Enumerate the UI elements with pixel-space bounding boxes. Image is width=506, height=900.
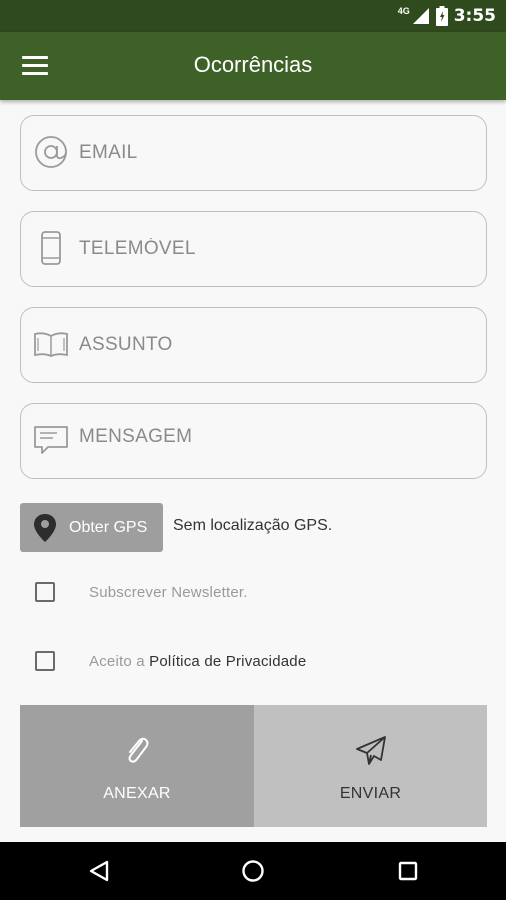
status-bar: 4G 3:55	[0, 0, 506, 32]
get-gps-label: Obter GPS	[69, 518, 148, 536]
subject-field-container	[20, 307, 487, 383]
privacy-policy-link[interactable]: Política de Privacidade	[149, 653, 306, 670]
recents-icon[interactable]	[396, 859, 420, 883]
status-icons: 4G 3:55	[398, 6, 496, 26]
newsletter-row: Subscrever Newsletter.	[35, 581, 247, 603]
signal-icon	[412, 8, 429, 24]
send-button[interactable]: ENVIAR	[254, 705, 487, 827]
gps-status-text: Sem localização GPS.	[173, 517, 333, 534]
back-icon[interactable]	[87, 859, 111, 883]
newsletter-checkbox[interactable]	[35, 582, 55, 602]
location-pin-icon	[34, 513, 56, 542]
chat-bubble-icon	[33, 422, 69, 458]
phone-field-container	[20, 211, 487, 287]
email-field-container	[20, 115, 487, 191]
privacy-row: Aceito a Política de Privacidade	[35, 650, 306, 672]
privacy-checkbox[interactable]	[35, 651, 55, 671]
attach-label: ANEXAR	[103, 785, 171, 802]
page-title: Ocorrências	[193, 52, 313, 77]
send-label: ENVIAR	[339, 785, 402, 802]
message-input[interactable]	[79, 426, 469, 456]
mobile-phone-icon	[33, 230, 69, 266]
paper-plane-icon	[355, 736, 386, 765]
system-nav-bar	[0, 842, 506, 900]
phone-input[interactable]	[79, 234, 469, 264]
home-icon[interactable]	[241, 859, 265, 883]
privacy-prefix: Aceito a	[89, 652, 150, 670]
network-type: 4G	[397, 6, 410, 16]
battery-icon	[435, 6, 448, 26]
open-book-icon	[33, 326, 69, 362]
email-input[interactable]	[79, 138, 469, 168]
app-bar: Ocorrências	[0, 32, 506, 100]
subject-input[interactable]	[79, 330, 469, 360]
paperclip-icon	[128, 737, 149, 763]
clock: 3:55	[453, 6, 496, 26]
get-gps-button[interactable]: Obter GPS	[20, 503, 163, 552]
privacy-label: Aceito a Política de Privacidade	[89, 653, 306, 670]
attach-button[interactable]: ANEXAR	[20, 705, 254, 827]
message-field-container	[20, 403, 487, 479]
at-sign-icon	[33, 134, 69, 170]
newsletter-label: Subscrever Newsletter.	[89, 583, 248, 601]
